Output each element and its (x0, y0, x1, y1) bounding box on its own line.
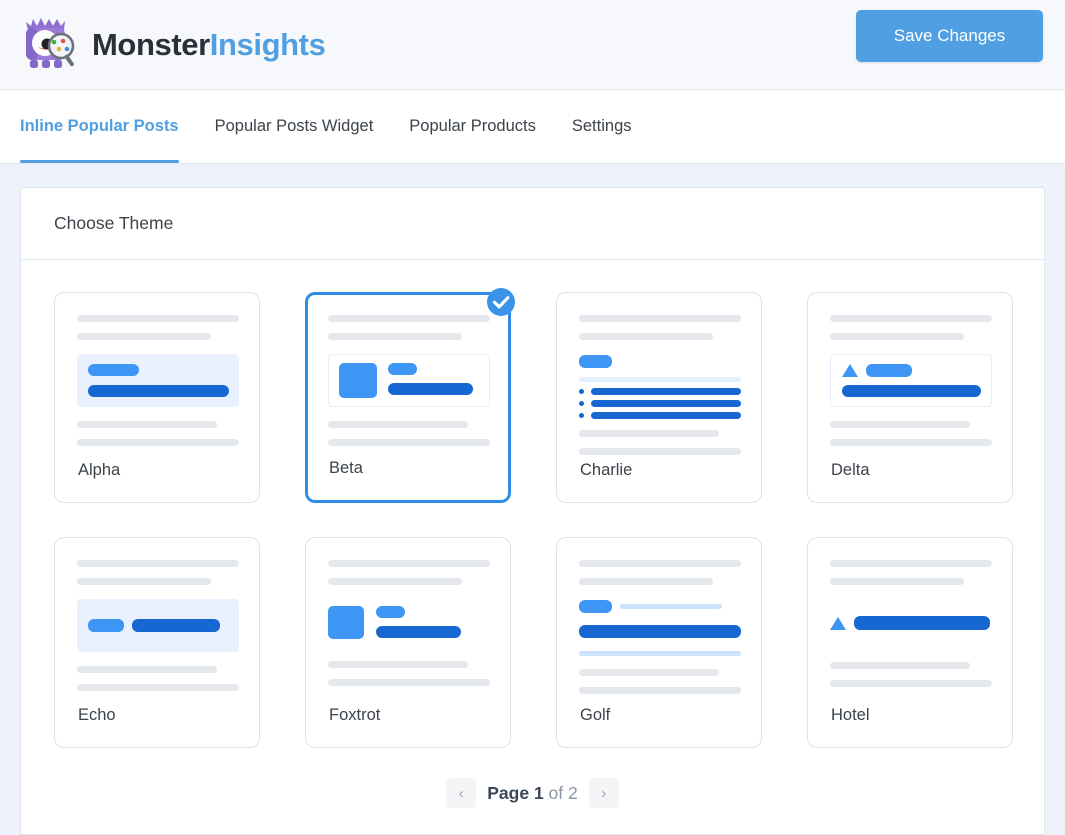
tab-settings[interactable]: Settings (554, 90, 650, 163)
theme-preview-echo (77, 560, 239, 691)
theme-name-foxtrot: Foxtrot (329, 706, 381, 724)
brand-title: MonsterInsights (92, 26, 326, 63)
app-header: MonsterInsights Save Changes (0, 0, 1065, 90)
theme-grid: Alpha Beta Charlie Delta Echo Foxtrot Go… (54, 288, 1013, 748)
pagination-current-page: 1 (533, 782, 544, 803)
tab-popular-posts-widget[interactable]: Popular Posts Widget (197, 90, 392, 163)
theme-name-echo: Echo (78, 706, 116, 724)
tab-inline-popular-posts[interactable]: Inline Popular Posts (20, 90, 197, 163)
theme-card-foxtrot[interactable]: Foxtrot (305, 537, 511, 748)
theme-name-golf: Golf (580, 706, 611, 724)
panel-body: Alpha Beta Charlie Delta Echo Foxtrot Go… (21, 260, 1044, 834)
brand-title-secondary: Insights (209, 26, 326, 62)
pagination-label-middle: of (548, 782, 564, 803)
theme-card-delta[interactable]: Delta (807, 292, 1013, 503)
tab-popular-products[interactable]: Popular Products (391, 90, 554, 163)
pagination-prev-button[interactable]: ‹ (446, 778, 477, 808)
theme-preview-golf (579, 560, 741, 694)
theme-name-alpha: Alpha (78, 461, 121, 479)
pagination-label: Page 1 of 2 (487, 783, 578, 804)
theme-card-hotel[interactable]: Hotel (807, 537, 1013, 748)
panel-header: Choose Theme (21, 188, 1044, 260)
theme-name-hotel: Hotel (831, 706, 870, 724)
theme-card-beta[interactable]: Beta (305, 288, 515, 503)
theme-preview-hotel (830, 560, 992, 687)
brand-title-primary: Monster (92, 26, 210, 62)
theme-name-beta: Beta (329, 459, 363, 477)
triangle-icon (830, 616, 846, 630)
theme-card-golf[interactable]: Golf (556, 537, 762, 748)
triangle-icon (842, 364, 858, 377)
tab-bar: Inline Popular Posts Popular Posts Widge… (0, 90, 1065, 164)
main-content: Choose Theme Alpha Beta Charlie Delta Ec… (0, 164, 1065, 835)
monster-mascot-icon (26, 17, 75, 68)
pagination: ‹ Page 1 of 2 › (54, 748, 1011, 834)
theme-card-charlie[interactable]: Charlie (556, 292, 762, 503)
check-circle-icon (487, 288, 515, 316)
theme-preview-beta (328, 315, 490, 446)
choose-theme-panel: Choose Theme Alpha Beta Charlie Delta Ec… (20, 187, 1045, 835)
theme-preview-foxtrot (328, 560, 490, 686)
brand-logo: MonsterInsights (18, 16, 326, 74)
theme-preview-charlie (579, 315, 741, 455)
theme-name-delta: Delta (831, 461, 870, 479)
theme-name-charlie: Charlie (580, 461, 633, 479)
pagination-label-prefix: Page (487, 782, 530, 803)
pagination-total-pages: 2 (568, 782, 578, 803)
theme-card-alpha[interactable]: Alpha (54, 292, 260, 503)
panel-title: Choose Theme (54, 213, 174, 233)
pagination-next-button[interactable]: › (588, 778, 619, 808)
theme-preview-delta (830, 315, 992, 446)
theme-preview-alpha (77, 315, 239, 446)
theme-card-echo[interactable]: Echo (54, 537, 260, 748)
save-changes-button[interactable]: Save Changes (856, 10, 1043, 62)
